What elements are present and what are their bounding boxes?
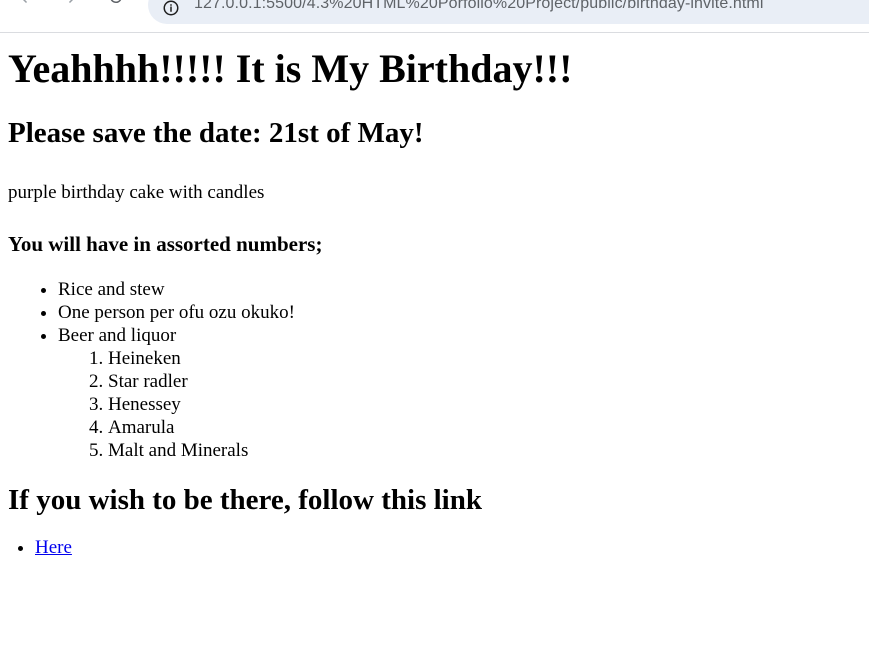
arrow-left-icon — [17, 0, 35, 12]
rsvp-link-item: Here — [35, 537, 863, 559]
page-content: Yeahhhh!!!!! It is My Birthday!!! Please… — [8, 33, 863, 559]
menu-list: Rice and stew One person per ofu ozu oku… — [8, 278, 863, 462]
menu-heading: You will have in assorted numbers; — [8, 232, 323, 256]
url-text[interactable]: 127.0.0.1:5500/4.3%20HTML%20Porfolio%20P… — [194, 0, 764, 13]
reload-button[interactable] — [104, 0, 128, 12]
menu-item: Rice and stew — [58, 278, 863, 301]
drink-item: Malt and Minerals — [108, 439, 863, 462]
info-icon — [162, 0, 180, 22]
arrow-right-icon — [61, 0, 79, 12]
drink-item: Amarula — [108, 416, 863, 439]
cake-image: purple birthday cake with candles — [8, 182, 863, 204]
rsvp-link-list: Here — [8, 537, 863, 559]
browser-toolbar: 127.0.0.1:5500/4.3%20HTML%20Porfolio%20P… — [0, 0, 869, 33]
site-info-button[interactable] — [160, 0, 182, 21]
drinks-list: Heineken Star radler Henessey Amarula Ma… — [58, 347, 863, 462]
drink-item: Heineken — [108, 347, 863, 370]
page-title: Yeahhhh!!!!! It is My Birthday!!! — [8, 46, 573, 91]
address-bar[interactable]: 127.0.0.1:5500/4.3%20HTML%20Porfolio%20P… — [148, 0, 869, 24]
drink-item: Star radler — [108, 370, 863, 393]
menu-item: One person per ofu ozu okuko! — [58, 301, 863, 324]
back-button[interactable] — [14, 0, 38, 12]
menu-item-beer: Beer and liquor Heineken Star radler Hen… — [58, 324, 863, 462]
cake-image-alt-text: purple birthday cake with candles — [8, 182, 265, 203]
save-date-heading: Please save the date: 21st of May! — [8, 117, 424, 149]
drink-item: Henessey — [108, 393, 863, 416]
rsvp-heading: If you wish to be there, follow this lin… — [8, 484, 482, 516]
menu-item-label: Beer and liquor — [58, 325, 177, 346]
forward-button[interactable] — [58, 0, 82, 12]
reload-icon — [107, 0, 125, 12]
rsvp-link[interactable]: Here — [35, 537, 72, 558]
